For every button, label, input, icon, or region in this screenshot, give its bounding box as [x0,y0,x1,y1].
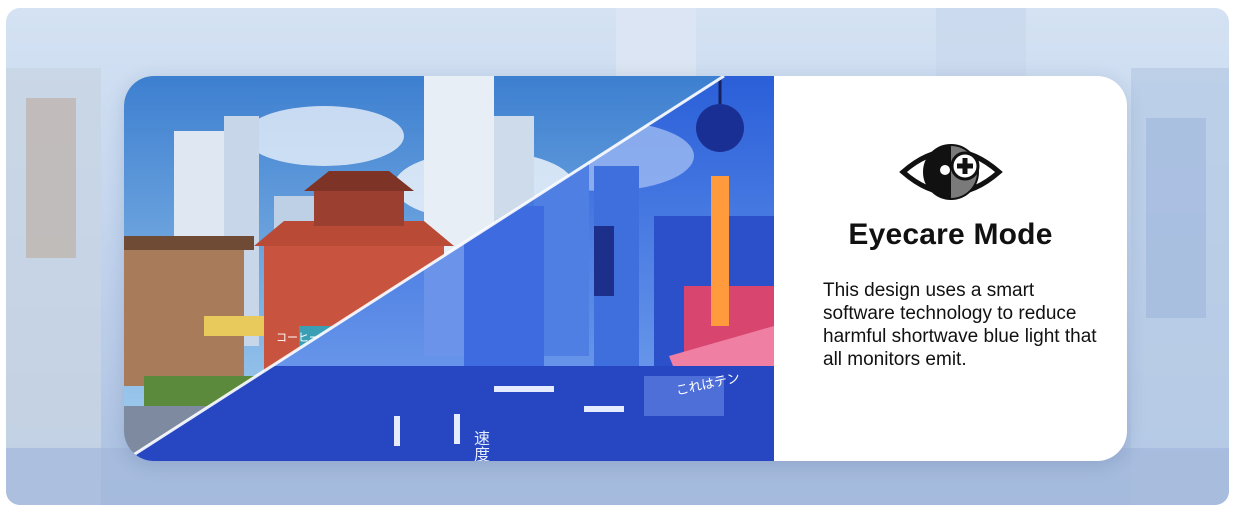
road-marking-2: 度 [474,446,490,461]
feature-card: コーヒー これはテン 速 度 Eyecare Mode This design … [124,76,1127,461]
feature-description: This design uses a smart software techno… [823,280,1097,370]
coffee-sign: コーヒー [276,331,320,344]
feature-info: Eyecare Mode This design uses a smart so… [774,76,1127,461]
city-illustration: コーヒー これはテン 速 度 [124,76,774,461]
feature-title: Eyecare Mode [848,218,1053,251]
road-marking-1: 速 [474,430,490,448]
background-panel: コーヒー これはテン 速 度 Eyecare Mode This design … [6,8,1229,505]
eye-plus-icon [899,144,1003,200]
